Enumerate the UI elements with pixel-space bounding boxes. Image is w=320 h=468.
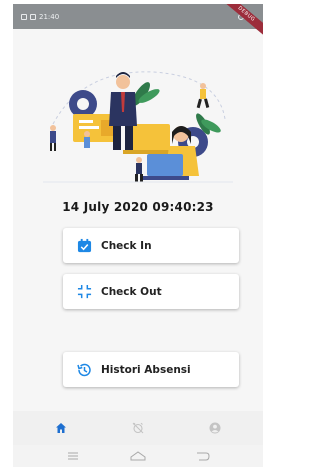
- nav-account[interactable]: [195, 413, 235, 443]
- status-bar: 21:40: [13, 4, 263, 29]
- history-button[interactable]: Histori Absensi: [63, 352, 239, 387]
- check-in-label: Check In: [101, 239, 152, 252]
- back-icon: [196, 452, 210, 460]
- notification-icon: [21, 13, 27, 20]
- check-in-button[interactable]: Check In: [63, 228, 239, 263]
- notification-icon: [30, 13, 36, 20]
- alarm-off-icon: [132, 422, 144, 434]
- status-time: 21:40: [39, 12, 60, 21]
- check-out-button[interactable]: Check Out: [63, 274, 239, 309]
- bottom-navigation: [13, 411, 263, 445]
- history-icon: [76, 362, 92, 378]
- history-label: Histori Absensi: [101, 363, 191, 376]
- system-back-button[interactable]: [183, 446, 223, 466]
- home-outline-icon: [130, 451, 146, 461]
- menu-icon: [68, 452, 79, 460]
- account-icon: [209, 422, 221, 434]
- recent-apps-button[interactable]: [53, 446, 93, 466]
- current-datetime: 14 July 2020 09:40:23: [62, 200, 214, 214]
- fullscreen-exit-icon: [76, 284, 92, 300]
- check-out-label: Check Out: [101, 285, 162, 298]
- home-icon: [56, 423, 67, 433]
- nav-home[interactable]: [41, 413, 81, 443]
- status-left: 21:40: [21, 13, 59, 21]
- system-navigation-bar: [13, 445, 263, 467]
- nav-alarm[interactable]: [118, 413, 158, 443]
- office-illustration: [43, 71, 233, 183]
- phone-screen: 21:40 DEBUG 14 July 2020 09:40:23 Check …: [13, 4, 263, 467]
- system-home-button[interactable]: [118, 446, 158, 466]
- calendar-check-icon: [76, 238, 92, 254]
